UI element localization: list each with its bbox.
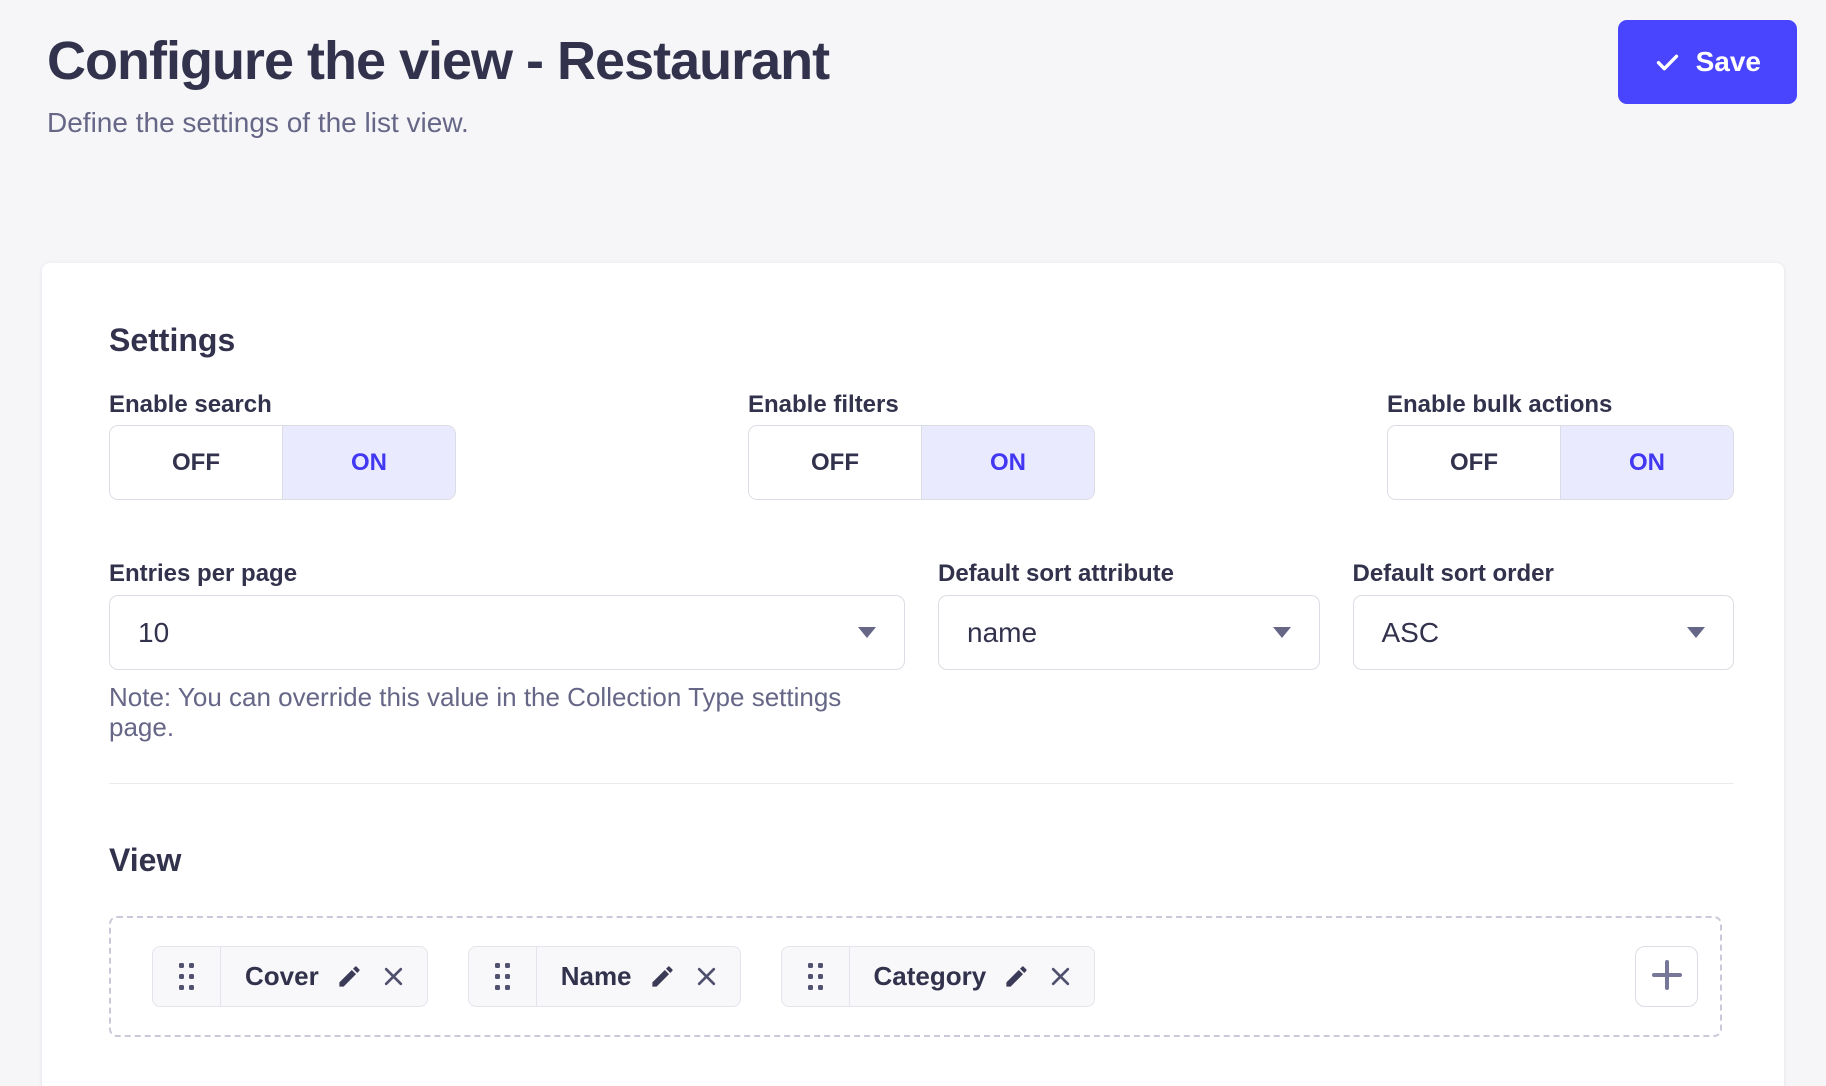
edit-pencil-icon[interactable]	[336, 963, 363, 990]
remove-x-icon[interactable]	[1047, 963, 1074, 990]
enable-bulk-actions-label: Enable bulk actions	[1387, 390, 1734, 420]
default-sort-order-value: ASC	[1382, 617, 1440, 649]
enable-search-field: Enable search OFF ON	[109, 390, 456, 500]
page-title: Configure the view - Restaurant	[47, 26, 1779, 96]
enable-filters-on-option[interactable]: ON	[921, 426, 1094, 499]
enable-bulk-actions-off-option[interactable]: OFF	[1388, 426, 1560, 499]
plus-icon	[1650, 958, 1684, 995]
enable-search-label: Enable search	[109, 390, 456, 420]
field-chip-category: Category	[781, 946, 1096, 1007]
default-sort-attribute-field: Default sort attribute name	[938, 559, 1320, 742]
enable-bulk-actions-toggle: OFF ON	[1387, 425, 1734, 500]
entries-per-page-value: 10	[138, 617, 169, 649]
enable-search-toggle: OFF ON	[109, 425, 456, 500]
configure-view-card: Settings Enable search OFF ON Enable fil…	[42, 263, 1784, 1086]
enable-search-on-option[interactable]: ON	[282, 426, 455, 499]
add-field-button[interactable]	[1635, 946, 1698, 1007]
view-fields-dropzone: Cover Name	[109, 916, 1722, 1037]
edit-pencil-icon[interactable]	[1003, 963, 1030, 990]
settings-toggle-row: Enable search OFF ON Enable filters OFF …	[109, 390, 1734, 500]
view-heading: View	[109, 840, 1734, 880]
save-button-label: Save	[1696, 46, 1761, 78]
drag-handle-icon[interactable]	[153, 947, 221, 1006]
enable-filters-off-option[interactable]: OFF	[749, 426, 921, 499]
default-sort-order-field: Default sort order ASC	[1353, 559, 1735, 742]
field-chip-cover: Cover	[152, 946, 428, 1007]
enable-bulk-actions-field: Enable bulk actions OFF ON	[1387, 390, 1734, 500]
field-chip-body: Cover	[221, 961, 427, 992]
default-sort-attribute-value: name	[967, 617, 1037, 649]
field-chip-body: Category	[850, 961, 1095, 992]
settings-heading: Settings	[109, 320, 1734, 360]
entries-per-page-label: Entries per page	[109, 559, 905, 589]
enable-search-off-option[interactable]: OFF	[110, 426, 282, 499]
enable-filters-label: Enable filters	[748, 390, 1095, 420]
chevron-down-icon	[1273, 627, 1291, 638]
default-sort-order-select[interactable]: ASC	[1353, 595, 1735, 670]
edit-pencil-icon[interactable]	[649, 963, 676, 990]
chevron-down-icon	[858, 627, 876, 638]
enable-filters-toggle: OFF ON	[748, 425, 1095, 500]
entries-per-page-select[interactable]: 10	[109, 595, 905, 670]
save-button[interactable]: Save	[1618, 20, 1797, 104]
chevron-down-icon	[1687, 627, 1705, 638]
remove-x-icon[interactable]	[693, 963, 720, 990]
field-chip-label: Name	[561, 961, 632, 992]
field-chip-name: Name	[468, 946, 741, 1007]
entries-per-page-field: Entries per page 10 Note: You can overri…	[109, 559, 905, 742]
field-chip-label: Cover	[245, 961, 319, 992]
settings-select-row: Entries per page 10 Note: You can overri…	[109, 559, 1734, 742]
page-header: Configure the view - Restaurant Define t…	[0, 0, 1826, 140]
field-chip-body: Name	[537, 961, 740, 992]
page-subtitle: Define the settings of the list view.	[47, 106, 1779, 140]
remove-x-icon[interactable]	[380, 963, 407, 990]
entries-per-page-note: Note: You can override this value in the…	[109, 682, 905, 742]
default-sort-attribute-select[interactable]: name	[938, 595, 1320, 670]
check-icon	[1654, 49, 1681, 76]
drag-handle-icon[interactable]	[469, 947, 537, 1006]
enable-filters-field: Enable filters OFF ON	[748, 390, 1095, 500]
field-chip-label: Category	[874, 961, 987, 992]
default-sort-order-label: Default sort order	[1353, 559, 1735, 589]
section-divider	[109, 783, 1734, 784]
drag-handle-icon[interactable]	[782, 947, 850, 1006]
default-sort-attribute-label: Default sort attribute	[938, 559, 1320, 589]
enable-bulk-actions-on-option[interactable]: ON	[1560, 426, 1733, 499]
